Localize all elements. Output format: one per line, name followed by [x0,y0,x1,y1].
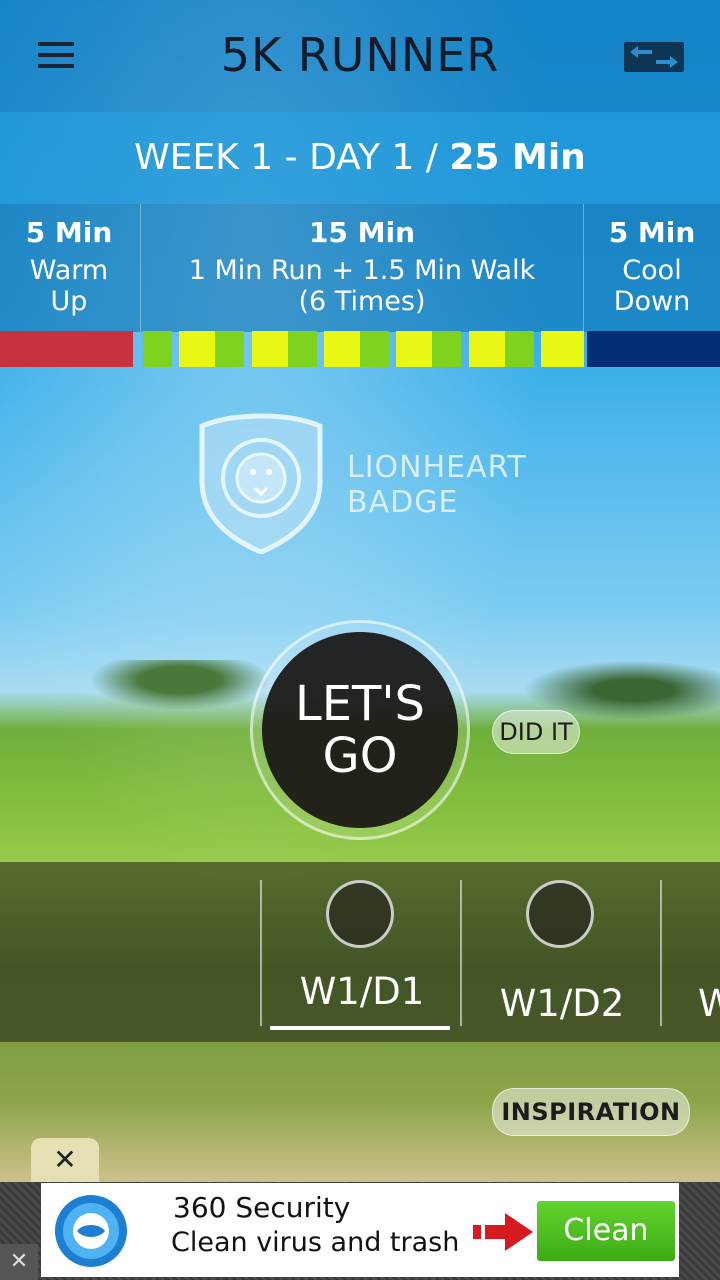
cool-down-bar [587,331,720,367]
segment-duration: 15 Min [308,216,416,249]
day-tab-w1d1[interactable]: W1/D1 [262,862,462,1042]
day-status-circle [326,880,394,948]
day-tab-label: W1/D2 [499,982,625,1025]
go-label-line2: GO [322,728,398,784]
total-duration: 25 Min [449,137,586,178]
segment-label-line2: Up [50,286,88,317]
day-tab-w1d2[interactable]: W1/D2 [462,862,662,1042]
selected-day-underline [270,1026,450,1030]
walk-interval-chunk [143,331,172,367]
segment-cool-down: 5 Min Cool Down [584,204,720,332]
ad-corner-close-icon[interactable]: ✕ [0,1244,38,1280]
day-tab-label: W1/D1 [299,970,425,1013]
lets-go-button[interactable]: LET'S GO [262,632,458,828]
segment-label-line2: (6 Times) [298,286,426,317]
week-day-label: WEEK 1 - DAY 1 / [134,137,450,178]
warm-up-bar [0,331,133,367]
segment-label-line1: 1 Min Run + 1.5 Min Walk [188,255,536,286]
app-title: 5K RUNNER [220,28,500,82]
inspiration-button[interactable]: INSPIRATION [492,1088,690,1136]
walk-interval-chunk [287,331,317,367]
week-day-banner: WEEK 1 - DAY 1 / 25 Min [0,112,720,204]
segment-duration: 5 Min [25,216,113,249]
lion-shield-icon [198,412,324,558]
arrow-right-icon [473,1211,535,1257]
ad-title: 360 Security [173,1191,351,1224]
run-interval-chunk [540,331,585,367]
walk-interval-chunk [432,331,462,367]
badge-label: LIONHEART BADGE [347,450,527,520]
ad-banner[interactable]: 360 Security Clean virus and trash Clean [41,1183,679,1277]
segment-label-line1: Warm [29,255,109,286]
app-header: 5K RUNNER [0,0,720,112]
segment-warm-up: 5 Min Warm Up [0,204,138,332]
interval-bar [143,331,585,367]
badge-label-line1: LIONHEART [347,450,527,485]
workout-segments: 5 Min Warm Up 15 Min 1 Min Run + 1.5 Min… [0,204,720,332]
ad-clean-button[interactable]: Clean [537,1201,675,1261]
segment-duration: 5 Min [608,216,696,249]
close-ad-icon[interactable]: ✕ [31,1138,99,1182]
day-tab-label: W [698,982,720,1025]
segment-label-line2: Down [613,286,691,317]
segment-label-line1: Cool [622,255,682,286]
walk-interval-chunk [504,331,534,367]
day-tab-w1d3[interactable]: W [662,862,720,1042]
swap-arrows-icon[interactable] [624,42,684,72]
go-label-line1: LET'S [294,676,426,732]
walk-interval-chunk [215,331,245,367]
day-selector: W1/D1 W1/D2 W [0,862,720,1042]
badge-label-line2: BADGE [347,485,459,520]
security-shield-icon [53,1193,129,1269]
ad-subtitle: Clean virus and trash [171,1227,460,1258]
walk-interval-chunk [360,331,389,367]
did-it-button[interactable]: DID IT [492,710,580,754]
day-status-circle [526,880,594,948]
segment-intervals: 15 Min 1 Min Run + 1.5 Min Walk (6 Times… [140,204,584,332]
